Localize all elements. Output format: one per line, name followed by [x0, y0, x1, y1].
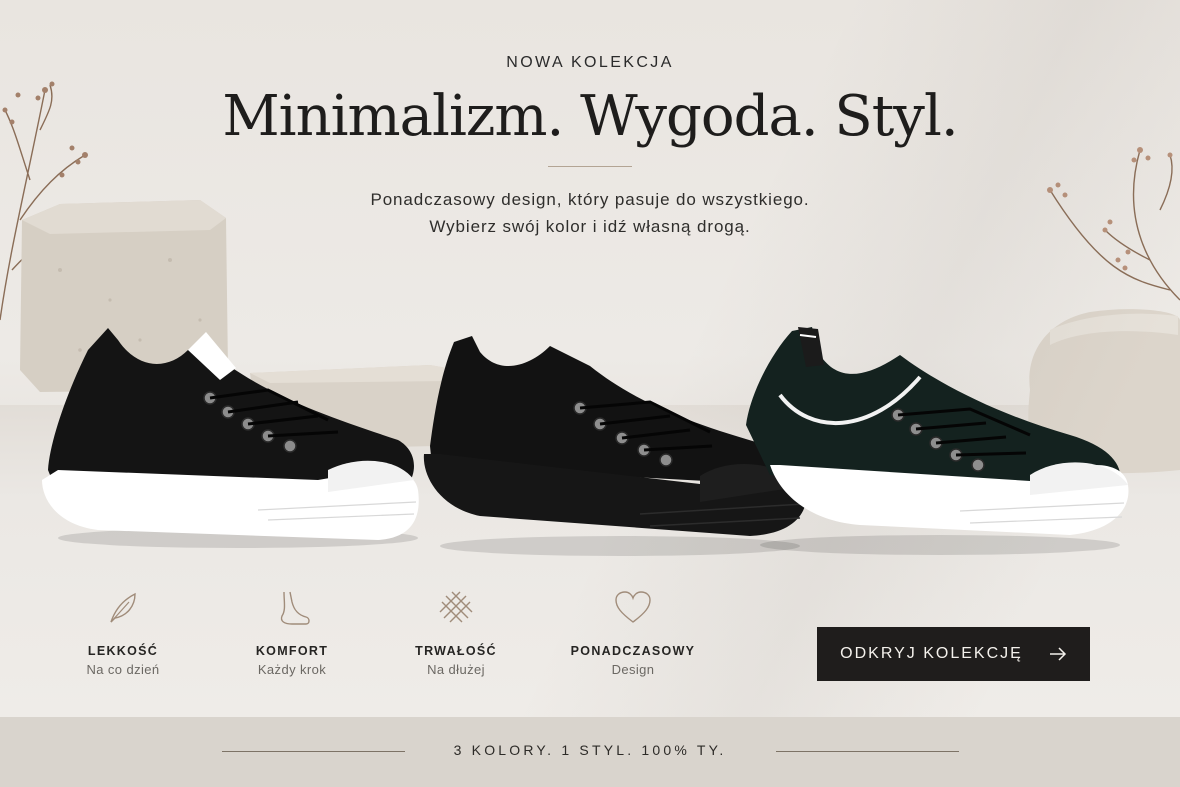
- feature-subtitle: Na co dzień: [86, 662, 160, 677]
- feature-title: PONADCZASOWY: [570, 644, 696, 658]
- collection-eyebrow: NOWA KOLEKCJA: [506, 54, 674, 71]
- feature-title: TRWAŁOŚĆ: [415, 644, 497, 658]
- page-title: Minimalizm. Wygoda. Styl.: [222, 84, 958, 149]
- feature-durability: TRWAŁOŚĆ Na dłużej: [381, 588, 531, 677]
- weave-icon: [439, 591, 473, 623]
- feature-timeless: PONADCZASOWY Design: [558, 588, 708, 677]
- heart-icon: [615, 591, 651, 623]
- feature-title: LEKKOŚĆ: [87, 644, 159, 658]
- feature-comfort: KOMFORT Każdy krok: [217, 588, 367, 677]
- feature-subtitle: Każdy krok: [257, 662, 327, 677]
- feature-subtitle: Na dłużej: [427, 662, 485, 677]
- cta-label: ODKRYJ KOLEKCJĘ: [840, 645, 1023, 662]
- strip-divider-right: [776, 751, 959, 752]
- subtitle-line-1: Ponadczasowy design, który pasuje do wsz…: [370, 190, 810, 209]
- tagline-text: 3 KOLORY. 1 STYL. 100% TY.: [453, 742, 727, 758]
- feature-title: KOMFORT: [255, 644, 329, 658]
- arrow-right-icon: [1049, 647, 1066, 661]
- tagline-strip: 3 KOLORY. 1 STYL. 100% TY.: [0, 717, 1180, 787]
- hero-banner: NOWA KOLEKCJA Minimalizm. Wygoda. Styl. …: [0, 0, 1180, 787]
- product-shoe-black-white[interactable]: [38, 320, 428, 550]
- feature-subtitle: Design: [611, 662, 655, 677]
- foot-icon: [280, 591, 310, 625]
- subtitle-line-2: Wybierz swój kolor i idź własną drogą.: [429, 217, 751, 236]
- product-shoe-dark-green[interactable]: [740, 325, 1135, 555]
- feature-lightness: LEKKOŚĆ Na co dzień: [48, 588, 198, 677]
- discover-collection-button[interactable]: ODKRYJ KOLEKCJĘ: [817, 627, 1090, 681]
- feather-icon: [110, 592, 136, 623]
- title-divider: [548, 166, 632, 167]
